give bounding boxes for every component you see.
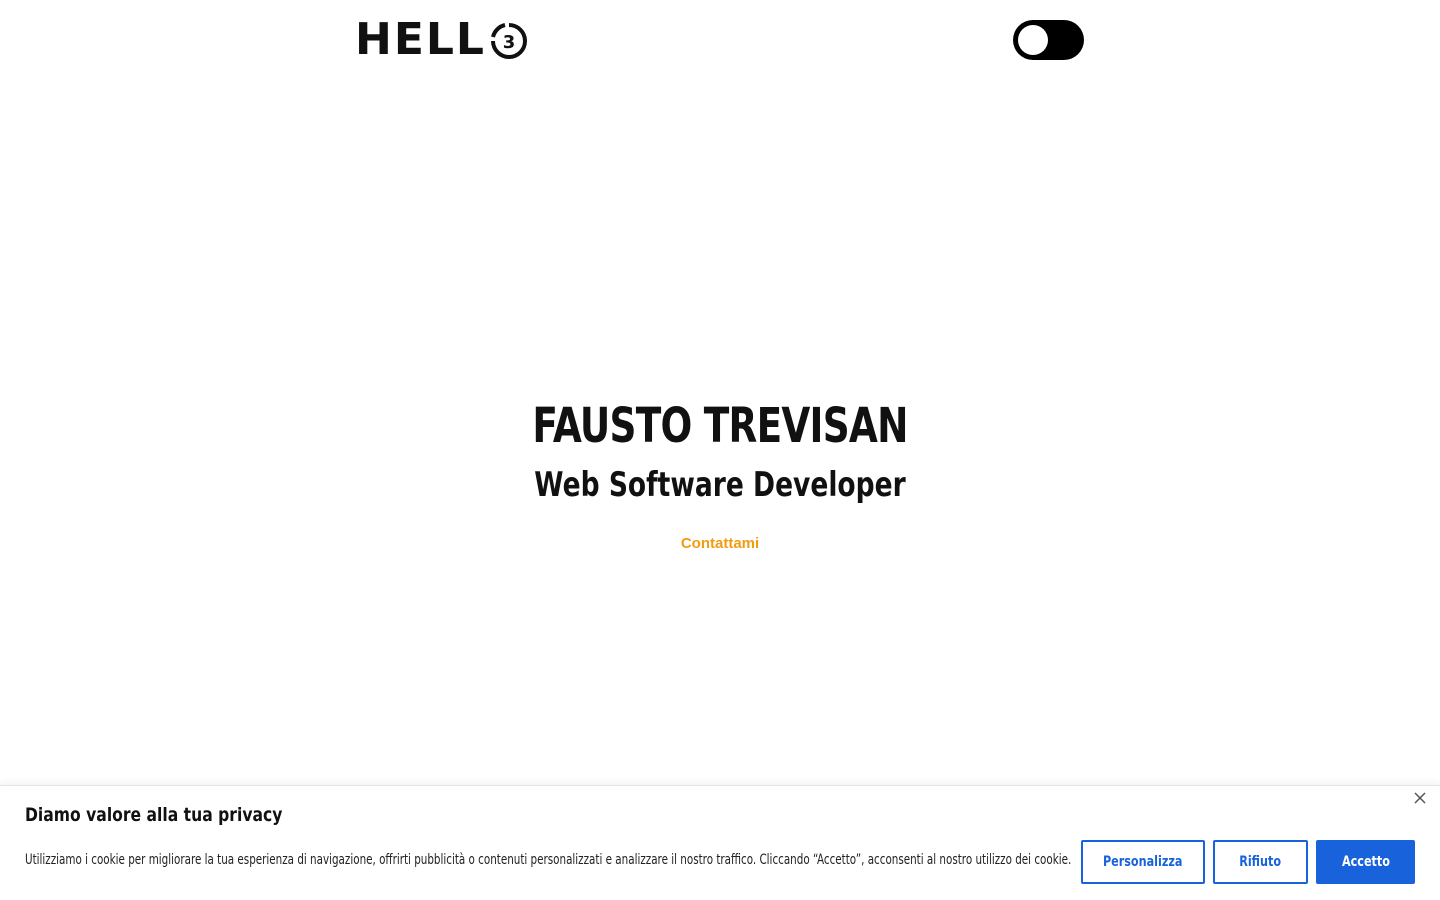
customize-button[interactable]: Personalizza <box>1081 840 1205 884</box>
page: HELL 3 FAUSTO TREVISAN Web Software Deve… <box>0 0 1440 900</box>
logo-text: HELL <box>355 14 486 65</box>
logo-digit: 3 <box>503 32 516 53</box>
site-logo[interactable]: HELL 3 <box>355 14 527 65</box>
hero-name: FAUSTO TREVISAN <box>532 398 908 454</box>
customize-button-label: Personalizza <box>1103 854 1183 870</box>
reject-button-label: Rifiuto <box>1239 854 1282 870</box>
accept-button[interactable]: Accetto <box>1316 840 1415 884</box>
theme-toggle[interactable] <box>1013 20 1084 60</box>
cookie-banner: Diamo valore alla tua privacy Utilizziam… <box>0 785 1440 900</box>
reject-button[interactable]: Rifiuto <box>1213 840 1308 884</box>
accept-button-label: Accetto <box>1341 854 1390 870</box>
hero-role: Web Software Developer <box>534 465 906 505</box>
hero: FAUSTO TREVISAN Web Software Developer C… <box>0 395 1440 553</box>
contact-link[interactable]: Contattami <box>681 535 759 552</box>
close-icon[interactable] <box>1410 788 1430 808</box>
cookie-banner-text: Utilizziamo i cookie per migliorare la t… <box>25 852 1072 868</box>
theme-toggle-knob <box>1018 25 1048 55</box>
logo-circle-icon: 3 <box>490 22 527 59</box>
cookie-banner-title: Diamo valore alla tua privacy <box>25 804 283 826</box>
